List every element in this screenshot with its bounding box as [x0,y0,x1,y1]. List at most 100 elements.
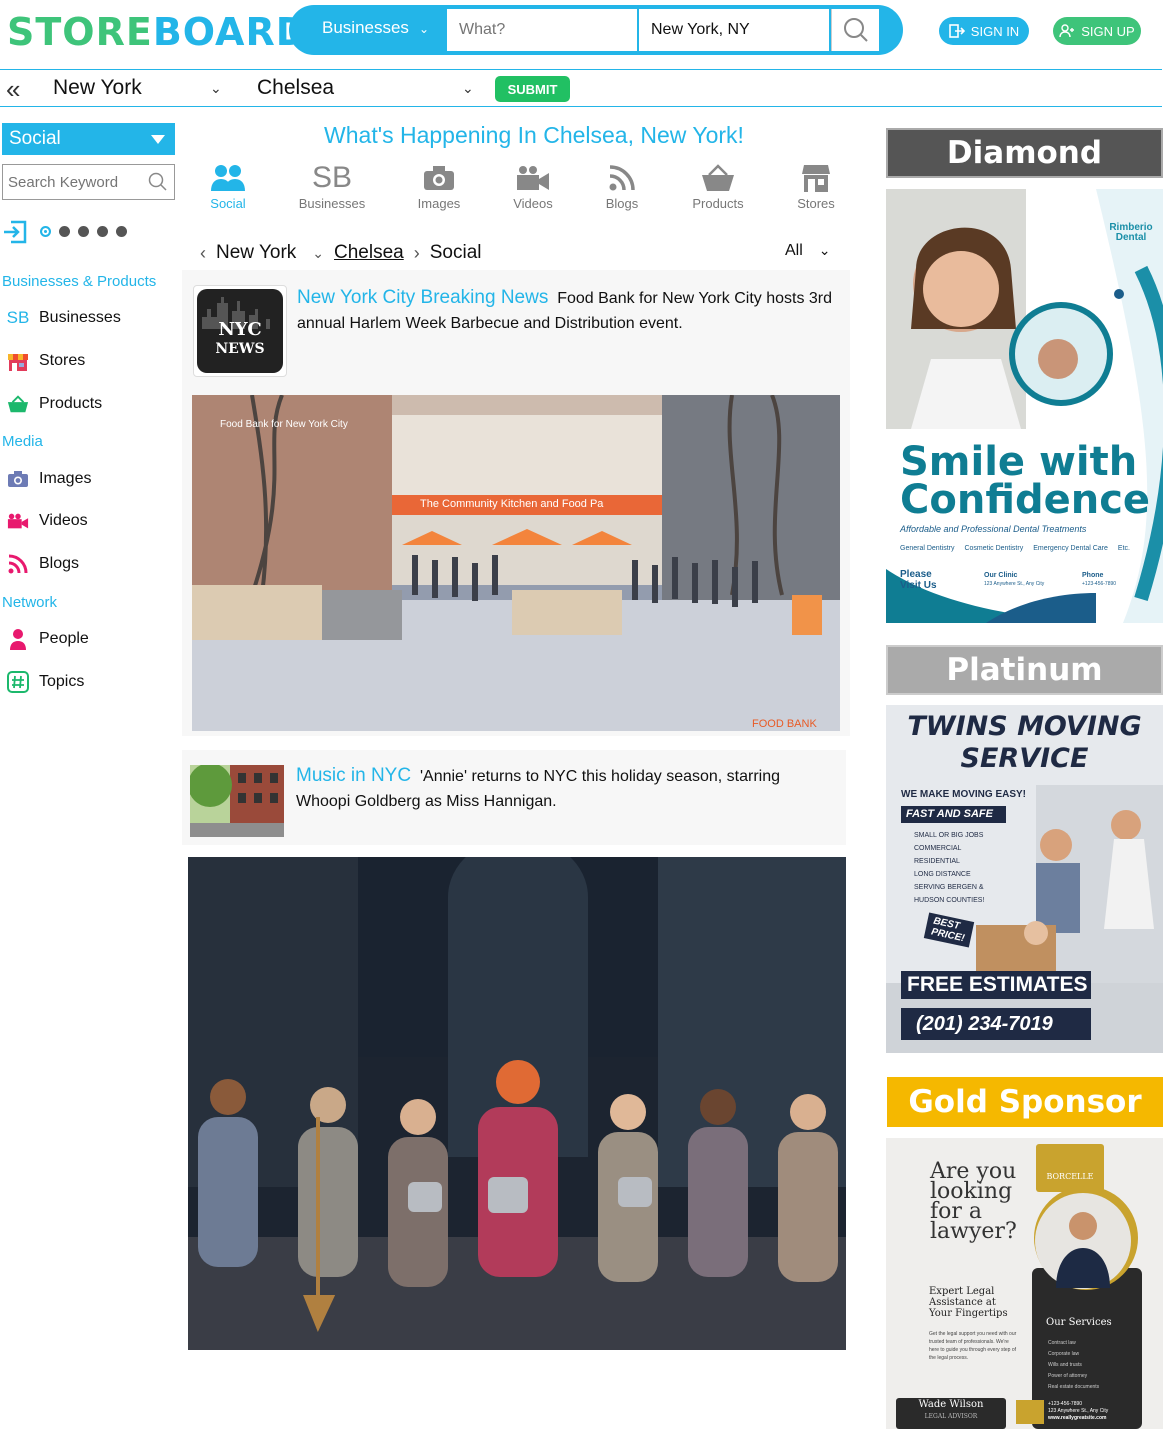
dental-address: 123 Anywhere St., Any City [984,581,1045,587]
login-arrow-icon[interactable] [2,218,30,251]
lawyer-role: LEGAL ADVISOR [924,1413,978,1420]
carousel-dot-active[interactable] [40,226,51,237]
dental-headline: Smile with Confidence [900,439,1151,523]
dental-service: Cosmetic Dentistry [964,545,1024,552]
food-bank-street-photo: Food Bank for New York City The Communit… [192,395,840,731]
what-input[interactable] [447,9,637,51]
chevron-down-icon[interactable]: ⌄ [312,245,324,262]
chevron-left-icon[interactable]: ‹ [200,243,206,264]
chevron-down-icon[interactable]: ⌄ [210,80,222,97]
gold-sponsor-header: Gold Sponsor [887,1077,1163,1127]
sidebar-item-topics[interactable]: Topics [7,670,84,694]
lawyer-question: Are you looking for a lawyer? [930,1161,1017,1243]
sign-in-button[interactable]: SIGN IN [939,17,1029,45]
moving-fast-badge: FAST AND SAFE [901,806,1006,823]
post-source-thumbnail[interactable]: NYC NEWS [193,285,287,377]
sidebar-item-label: People [39,630,89,647]
carousel-dot[interactable] [59,226,70,237]
sidebar-item-label: Stores [39,352,86,369]
lawyer-brand: BORCELLE [1046,1172,1094,1181]
lawyer-subtitle: Expert Legal Assistance at Your Fingerti… [929,1286,1008,1319]
breadcrumb-city[interactable]: New York [216,242,296,264]
chevron-down-icon: ⌄ [818,242,831,258]
post-image[interactable] [188,857,846,1350]
lawyer-address: 123 Anywhere St., Any City [1048,1408,1109,1414]
dental-services: General Dentistry Cosmetic Dentistry Eme… [900,545,1130,552]
lawyer-contact: +123-456-7890 123 Anywhere St., Any City… [1048,1401,1108,1422]
lawyer-name-block: Wade Wilson LEGAL ADVISOR [896,1399,1006,1423]
tab-images[interactable]: Images [399,160,479,211]
tab-social[interactable]: Social [188,160,268,211]
gold-sponsor-ad[interactable]: Are you looking for a lawyer? BORCELLE E… [886,1138,1163,1429]
sidebar-item-blogs[interactable]: Blogs [7,552,79,576]
page-heading: What's Happening In Chelsea, New York! [324,122,744,148]
where-input[interactable] [639,9,829,51]
tab-label: Blogs [605,196,639,211]
post-source-link[interactable]: Music in NYC [296,765,411,786]
breadcrumb-neighborhood[interactable]: Chelsea [334,242,404,264]
chevron-down-icon[interactable]: ⌄ [462,80,474,97]
location-divider [0,106,1162,107]
header-divider [0,69,1162,70]
tab-label: Social [210,196,246,211]
basket-icon [7,393,29,415]
filter-select[interactable]: All ⌄ [785,242,831,260]
search-icon[interactable] [148,172,168,197]
carousel-dot[interactable] [116,226,127,237]
post-source-link[interactable]: New York City Breaking News [297,287,548,308]
category-label: Businesses [322,18,409,37]
filter-label: All [785,242,803,259]
rss-icon [7,553,29,575]
moving-service-item: COMMERCIAL [914,845,962,852]
sidebar-item-label: Images [39,470,92,487]
sidebar-item-stores[interactable]: Stores [7,349,85,373]
moving-service-item: RESIDENTIAL [914,858,960,865]
dental-service: Emergency Dental Care [1033,545,1108,552]
platinum-sponsor-ad[interactable]: TWINS MOVING SERVICE WE MAKE MOVING EASY!… [886,705,1163,1053]
lawyer-website: www.reallygreatsite.com [1048,1415,1107,1421]
sidebar-item-images[interactable]: Images [7,467,91,491]
sidebar-item-businesses[interactable]: SB Businesses [7,306,121,330]
lawyer-services-list: Contract law Corporate law Wills and tru… [1048,1338,1099,1393]
post-image[interactable]: Food Bank for New York City The Communit… [192,395,840,731]
sidebar-item-people[interactable]: People [7,627,89,651]
dental-service: Etc. [1117,545,1130,552]
carousel-dot[interactable] [78,226,89,237]
dental-phone-label: Phone [1082,572,1104,579]
tab-label: Products [692,196,744,211]
city-select[interactable]: New York [53,76,142,100]
sidebar-item-label: Blogs [39,555,80,572]
lawyer-name: Wade Wilson [918,1399,984,1410]
neighborhood-select[interactable]: Chelsea [257,76,334,100]
sidebar-item-label: Topics [39,673,85,690]
lawyer-ad-graphic [886,1138,1163,1429]
category-select[interactable]: Businesses ⌄ [322,18,429,38]
dental-headline-1: Smile with [900,439,1138,485]
logo-board-text: BOARD [152,10,309,54]
carousel-dot[interactable] [97,226,108,237]
moving-service-item: HUDSON COUNTIES! [914,897,985,904]
storeboard-logo[interactable]: STOREBOARD [7,10,308,54]
tab-businesses[interactable]: SB Businesses [292,160,372,211]
logo-store-text: STORE [7,10,153,54]
dental-headline-2: Confidence [900,477,1151,523]
search-button[interactable] [831,9,879,51]
thumb-nyc-text: NYC [218,319,262,340]
sidebar-item-videos[interactable]: Videos [7,509,88,533]
section-title-businesses-products: Businesses & Products [2,273,157,290]
tab-products[interactable]: Products [678,160,758,211]
post-source-thumbnail[interactable] [190,765,284,837]
annie-stage-photo [188,857,846,1350]
collapse-sidebar-icon[interactable]: « [6,76,20,102]
sign-up-button[interactable]: SIGN UP [1053,17,1141,45]
sidebar-item-products[interactable]: Products [7,392,102,416]
tab-videos[interactable]: Videos [493,160,573,211]
feed-type-dropdown[interactable]: Social [2,123,175,155]
submit-button[interactable]: SUBMIT [495,76,570,102]
post-card: NYC NEWS New York City Breaking News Foo… [182,270,850,736]
moving-name-1: TWINS MOVING [907,711,1142,742]
diamond-sponsor-ad[interactable]: Rimberio Dental Smile with Confidence Aff… [886,189,1163,623]
rss-icon [582,160,662,196]
tab-stores[interactable]: Stores [776,160,856,211]
tab-blogs[interactable]: Blogs [582,160,662,211]
